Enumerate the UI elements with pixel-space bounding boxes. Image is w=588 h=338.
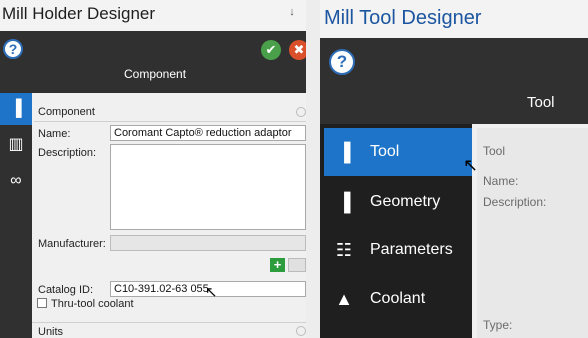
section-tool: Tool [483,144,506,158]
sidebar-item-tool[interactable]: ▐ Tool [324,128,472,176]
sidebar-item-label: Parameters [370,241,453,258]
sidebar-item-coolant[interactable]: ▲ Coolant [324,275,472,323]
sidebar-item-label: Tool [370,143,400,160]
sidebar-item-label: Geometry [370,193,441,210]
page-title: Tool [527,94,555,111]
description-label: Description: [483,195,547,209]
section-component: Component [38,106,95,118]
help-icon[interactable]: ? [3,39,23,59]
mouse-cursor-icon: ↖ [463,155,479,175]
description-field[interactable] [110,144,306,230]
ok-icon[interactable]: ✔ [261,40,281,60]
add-manufacturer-button[interactable]: + [270,258,285,272]
name-label: Name: [483,174,519,188]
collapse-icon[interactable] [296,107,306,117]
sidebar-item-label: Coolant [370,290,426,307]
title-bar: Mill Holder Designer ↓ [0,0,306,31]
divider [34,121,306,122]
name-label: Name: [38,128,71,140]
window-title: Mill Holder Designer [2,4,156,23]
help-icon[interactable]: ? [329,49,355,75]
link-icon[interactable]: ∞ [0,165,32,197]
sidebar-item-parameters[interactable]: ☷ Parameters [324,226,472,274]
toolbar [320,38,588,124]
geometry-icon: ▐ [337,192,351,212]
pin-icon[interactable]: ↓ [287,6,295,18]
toolbar [0,31,306,93]
edit-manufacturer-button[interactable] [288,258,306,272]
sidebar-item-geometry[interactable]: ▐ Geometry [324,178,472,226]
tool-assembly-icon[interactable]: ▥ [0,129,32,161]
mill-holder-designer-window: Mill Holder Designer ↓ ? ✔ ✖ Component ▐… [0,0,306,338]
type-label: Type: [483,318,513,332]
cancel-icon[interactable]: ✖ [289,40,306,60]
description-label: Description: [38,147,97,159]
holder-icon[interactable]: ▐ [0,93,32,125]
parameters-icon: ☷ [335,240,353,260]
window-title: Mill Tool Designer [324,7,482,29]
mouse-cursor-icon: ↖ [205,284,218,301]
collapse-icon[interactable] [296,326,306,336]
manufacturer-label: Manufacturer: [38,238,106,250]
name-field[interactable]: Coromant Capto® reduction adaptor [110,125,306,141]
thru-coolant-label: Thru-tool coolant [51,298,134,310]
thru-coolant-checkbox[interactable] [37,298,47,308]
tool-panel [477,128,588,338]
mill-tool-designer-window: Mill Tool Designer ? Tool ▐ Tool ▐ Geome… [320,0,588,338]
title-bar: Mill Tool Designer [320,0,588,38]
endmill-icon: ▐ [337,142,351,162]
coolant-drop-icon: ▲ [335,289,353,309]
page-title: Component [124,67,187,81]
catalog-label: Catalog ID: [38,284,94,296]
manufacturer-select[interactable] [110,235,306,251]
units-section[interactable] [32,322,306,338]
section-units: Units [38,326,64,338]
panel-gap [306,0,320,338]
